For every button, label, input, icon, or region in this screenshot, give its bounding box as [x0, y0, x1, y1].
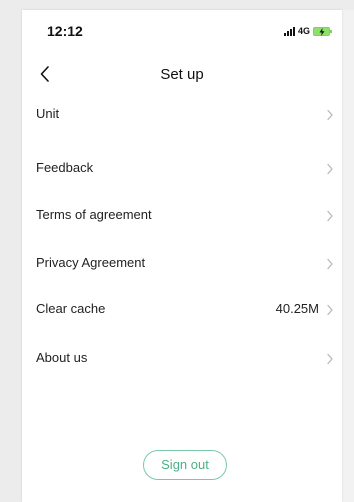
settings-row-feedback[interactable]: Feedback [22, 151, 342, 187]
signal-icon [283, 26, 295, 36]
row-label: Clear cache [36, 301, 106, 316]
settings-row-about-us[interactable]: About us [22, 341, 342, 377]
nav-bar: Set up [22, 56, 342, 92]
status-indicators: 4G [283, 25, 332, 37]
sign-out-button[interactable]: Sign out [143, 450, 227, 480]
settings-row-privacy-agreement[interactable]: Privacy Agreement [22, 246, 342, 282]
row-label: About us [36, 350, 88, 365]
chevron-right-icon [327, 304, 333, 316]
app-screen: 12:12 4G Set up Unit Feedback Terms of a… [22, 10, 342, 502]
battery-icon [313, 26, 332, 36]
background-edge [342, 10, 354, 502]
chevron-right-icon [327, 109, 333, 121]
status-time: 12:12 [47, 23, 83, 39]
network-type: 4G [297, 26, 310, 36]
settings-row-clear-cache[interactable]: Clear cache 40.25M [22, 292, 342, 328]
row-label: Unit [36, 106, 60, 121]
chevron-right-icon [327, 163, 333, 175]
chevron-right-icon [327, 210, 333, 222]
row-label: Feedback [36, 160, 94, 175]
settings-row-terms-of-agreement[interactable]: Terms of agreement [22, 198, 342, 234]
chevron-right-icon [327, 258, 333, 270]
cache-size: 40.25M [275, 301, 319, 316]
row-label: Terms of agreement [36, 207, 152, 222]
row-label: Privacy Agreement [36, 255, 146, 270]
chevron-right-icon [327, 353, 333, 365]
page-title: Set up [160, 66, 204, 83]
status-bar: 12:12 4G [22, 10, 342, 50]
settings-row-unit[interactable]: Unit [22, 97, 342, 133]
